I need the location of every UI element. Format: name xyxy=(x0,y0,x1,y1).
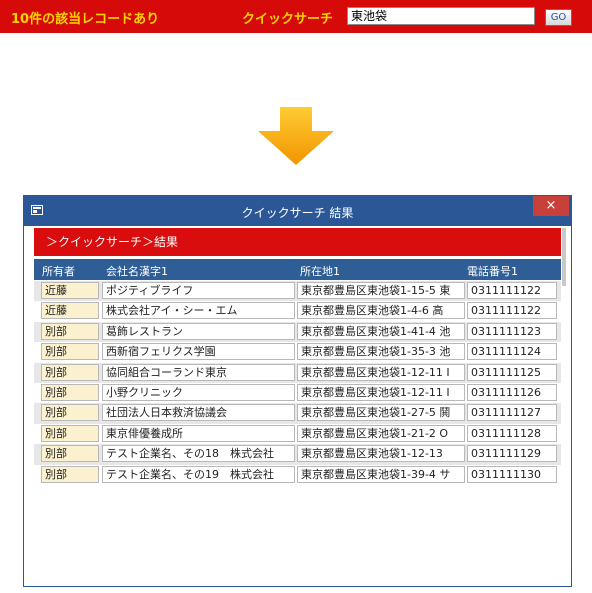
phone-field[interactable]: 0311111127 xyxy=(467,404,557,422)
owner-field[interactable]: 別部 xyxy=(41,363,99,381)
owner-field[interactable]: 別部 xyxy=(41,465,99,483)
table-row[interactable]: 近藤 株式会社アイ・シー・エム 東京都豊島区東池袋1-4-6 高 0311111… xyxy=(34,301,561,322)
table-row[interactable]: 別部 社団法人日本救済協議会 東京都豊島区東池袋1-27-5 鬨 0311111… xyxy=(34,403,561,424)
address-field[interactable]: 東京都豊島区東池袋1-12-11 I xyxy=(297,363,465,381)
table-row[interactable]: 別部 東京俳優養成所 東京都豊島区東池袋1-21-2 O 0311111128 xyxy=(34,423,561,445)
column-header-company: 会社名漢字1 xyxy=(106,265,168,278)
table-row[interactable]: 別部 協同組合コーランド東京 東京都豊島区東池袋1-12-11 I 031111… xyxy=(34,362,561,383)
address-field[interactable]: 東京都豊島区東池袋1-12-13 xyxy=(297,445,465,463)
down-arrow-icon xyxy=(258,107,334,165)
phone-field[interactable]: 0311111122 xyxy=(467,282,557,299)
phone-field[interactable]: 0311111129 xyxy=(467,445,557,463)
address-field[interactable]: 東京都豊島区東池袋1-39-4 サ xyxy=(297,465,465,483)
address-field[interactable]: 東京都豊島区東池袋1-15-5 東 xyxy=(297,282,465,299)
close-button[interactable]: × xyxy=(533,196,569,216)
phone-field[interactable]: 0311111125 xyxy=(467,363,557,381)
company-field[interactable]: 西新宿フェリクス学園 xyxy=(102,343,295,361)
company-field[interactable]: 協同組合コーランド東京 xyxy=(102,363,295,381)
table-row[interactable]: 別部 小野クリニック 東京都豊島区東池袋1-12-11 I 0311111126 xyxy=(34,382,561,404)
column-header-address: 所在地1 xyxy=(300,265,340,278)
table-row[interactable]: 別部 テスト企業名、その19 株式会社 東京都豊島区東池袋1-39-4 サ 03… xyxy=(34,464,561,485)
window-titlebar: クイックサーチ 結果 × xyxy=(24,196,571,226)
phone-field[interactable]: 0311111128 xyxy=(467,424,557,442)
go-button[interactable]: GO xyxy=(545,9,572,26)
owner-field[interactable]: 別部 xyxy=(41,404,99,422)
quick-search-bar: 10件の該当レコードあり クイックサーチ 東池袋 GO xyxy=(0,0,592,33)
address-field[interactable]: 東京都豊島区東池袋1-41-4 池 xyxy=(297,322,465,340)
address-field[interactable]: 東京都豊島区東池袋1-35-3 池 xyxy=(297,343,465,361)
company-field[interactable]: 小野クリニック xyxy=(102,383,295,401)
company-field[interactable]: 株式会社アイ・シー・エム xyxy=(102,302,295,320)
quick-search-result-window: クイックサーチ 結果 × ＞クイックサーチ＞結果 所有者 会社名漢字1 所在地1… xyxy=(23,195,572,587)
owner-field[interactable]: 別部 xyxy=(41,424,99,442)
owner-field[interactable]: 別部 xyxy=(41,322,99,340)
column-header-row: 所有者 会社名漢字1 所在地1 電話番号1 xyxy=(34,259,561,280)
owner-field[interactable]: 近藤 xyxy=(41,282,99,299)
address-field[interactable]: 東京都豊島区東池袋1-12-11 I xyxy=(297,383,465,401)
address-field[interactable]: 東京都豊島区東池袋1-27-5 鬨 xyxy=(297,404,465,422)
owner-field[interactable]: 近藤 xyxy=(41,302,99,320)
company-field[interactable]: 東京俳優養成所 xyxy=(102,424,295,442)
owner-field[interactable]: 別部 xyxy=(41,445,99,463)
phone-field[interactable]: 0311111122 xyxy=(467,302,557,320)
vertical-scrollbar[interactable] xyxy=(562,228,566,286)
quick-search-input[interactable]: 東池袋 xyxy=(347,7,535,25)
phone-field[interactable]: 0311111130 xyxy=(467,465,557,483)
company-field[interactable]: 社団法人日本救済協議会 xyxy=(102,404,295,422)
company-field[interactable]: ポジティブライフ xyxy=(102,282,295,299)
window-title: クイックサーチ 結果 xyxy=(241,206,354,220)
breadcrumb: ＞クイックサーチ＞結果 xyxy=(34,228,561,256)
table-row[interactable]: 別部 葛飾レストラン 東京都豊島区東池袋1-41-4 池 0311111123 xyxy=(34,321,561,343)
phone-field[interactable]: 0311111123 xyxy=(467,322,557,340)
table-row[interactable]: 別部 西新宿フェリクス学園 東京都豊島区東池袋1-35-3 池 03111111… xyxy=(34,342,561,363)
column-header-owner: 所有者 xyxy=(42,265,75,278)
quick-search-label: クイックサーチ xyxy=(242,12,334,27)
company-field[interactable]: テスト企業名、その18 株式会社 xyxy=(102,445,295,463)
owner-field[interactable]: 別部 xyxy=(41,343,99,361)
table-row[interactable]: 近藤 ポジティブライフ 東京都豊島区東池袋1-15-5 東 0311111122 xyxy=(34,281,561,302)
result-count-label: 10件の該当レコードあり xyxy=(11,12,160,27)
result-list: 近藤 ポジティブライフ 東京都豊島区東池袋1-15-5 東 0311111122… xyxy=(34,281,561,485)
table-row[interactable]: 別部 テスト企業名、その18 株式会社 東京都豊島区東池袋1-12-13 031… xyxy=(34,444,561,465)
column-header-phone: 電話番号1 xyxy=(467,265,518,278)
phone-field[interactable]: 0311111126 xyxy=(467,383,557,401)
phone-field[interactable]: 0311111124 xyxy=(467,343,557,361)
owner-field[interactable]: 別部 xyxy=(41,383,99,401)
company-field[interactable]: 葛飾レストラン xyxy=(102,322,295,340)
address-field[interactable]: 東京都豊島区東池袋1-21-2 O xyxy=(297,424,465,442)
address-field[interactable]: 東京都豊島区東池袋1-4-6 高 xyxy=(297,302,465,320)
company-field[interactable]: テスト企業名、その19 株式会社 xyxy=(102,465,295,483)
